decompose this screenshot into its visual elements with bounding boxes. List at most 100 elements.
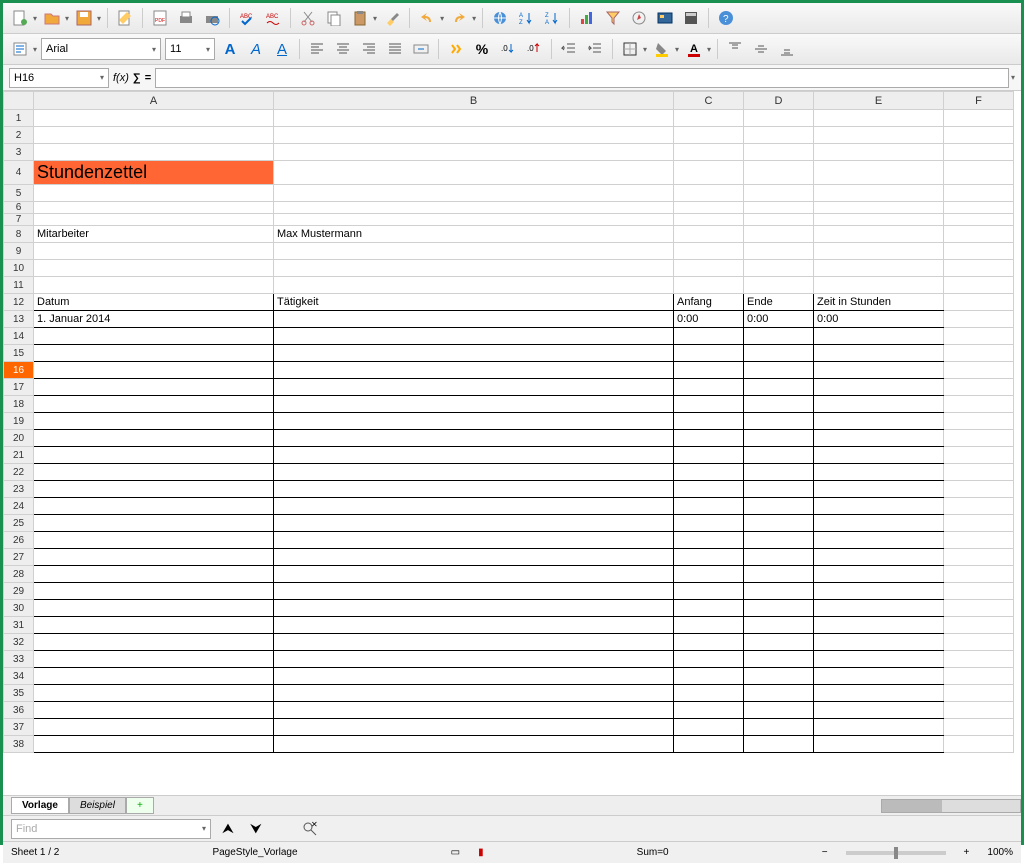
cell-F3[interactable] — [944, 144, 1014, 161]
row-header-31[interactable]: 31 — [4, 617, 34, 634]
open-icon[interactable] — [41, 7, 63, 29]
row-header-21[interactable]: 21 — [4, 447, 34, 464]
cell-D28[interactable] — [744, 566, 814, 583]
cell-B28[interactable] — [274, 566, 674, 583]
save-icon[interactable] — [73, 7, 95, 29]
cell-D10[interactable] — [744, 260, 814, 277]
percent-icon[interactable]: % — [471, 38, 493, 60]
cell-F22[interactable] — [944, 464, 1014, 481]
cell-C31[interactable] — [674, 617, 744, 634]
styles-icon[interactable] — [9, 38, 31, 60]
cell-A23[interactable] — [34, 481, 274, 498]
cell-D13[interactable]: 0:00 — [744, 311, 814, 328]
cell-C20[interactable] — [674, 430, 744, 447]
redo-icon[interactable] — [448, 7, 470, 29]
cell-B31[interactable] — [274, 617, 674, 634]
cell-B20[interactable] — [274, 430, 674, 447]
cell-D16[interactable] — [744, 362, 814, 379]
cut-icon[interactable] — [297, 7, 319, 29]
row-header-10[interactable]: 10 — [4, 260, 34, 277]
row-header-4[interactable]: 4 — [4, 161, 34, 185]
cell-A11[interactable] — [34, 277, 274, 294]
cell-F28[interactable] — [944, 566, 1014, 583]
cell-E18[interactable] — [814, 396, 944, 413]
cell-F19[interactable] — [944, 413, 1014, 430]
cell-D4[interactable] — [744, 161, 814, 185]
row-header-8[interactable]: 8 — [4, 226, 34, 243]
cell-D29[interactable] — [744, 583, 814, 600]
cell-A20[interactable] — [34, 430, 274, 447]
cell-D27[interactable] — [744, 549, 814, 566]
align-center-icon[interactable] — [332, 38, 354, 60]
cell-B12[interactable]: Tätigkeit — [274, 294, 674, 311]
cell-D30[interactable] — [744, 600, 814, 617]
cell-E33[interactable] — [814, 651, 944, 668]
cell-A18[interactable] — [34, 396, 274, 413]
cell-F36[interactable] — [944, 702, 1014, 719]
hyperlink-icon[interactable] — [489, 7, 511, 29]
cell-C23[interactable] — [674, 481, 744, 498]
cell-B3[interactable] — [274, 144, 674, 161]
cell-E1[interactable] — [814, 110, 944, 127]
cell-E14[interactable] — [814, 328, 944, 345]
cell-B8[interactable]: Max Mustermann — [274, 226, 674, 243]
cell-E11[interactable] — [814, 277, 944, 294]
cell-D6[interactable] — [744, 202, 814, 214]
cell-F11[interactable] — [944, 277, 1014, 294]
cell-A34[interactable] — [34, 668, 274, 685]
cell-B15[interactable] — [274, 345, 674, 362]
cell-D23[interactable] — [744, 481, 814, 498]
cell-E27[interactable] — [814, 549, 944, 566]
cell-C34[interactable] — [674, 668, 744, 685]
row-header-33[interactable]: 33 — [4, 651, 34, 668]
cell-B22[interactable] — [274, 464, 674, 481]
cell-B27[interactable] — [274, 549, 674, 566]
row-header-27[interactable]: 27 — [4, 549, 34, 566]
cell-E26[interactable] — [814, 532, 944, 549]
cell-F31[interactable] — [944, 617, 1014, 634]
tab-add[interactable]: + — [126, 797, 154, 814]
autospell-icon[interactable]: ABC — [262, 7, 284, 29]
cell-A5[interactable] — [34, 185, 274, 202]
new-doc-icon[interactable] — [9, 7, 31, 29]
italic-icon[interactable]: A — [245, 38, 267, 60]
cell-B17[interactable] — [274, 379, 674, 396]
cell-A22[interactable] — [34, 464, 274, 481]
cell-C10[interactable] — [674, 260, 744, 277]
copy-icon[interactable] — [323, 7, 345, 29]
cell-B23[interactable] — [274, 481, 674, 498]
cell-B32[interactable] — [274, 634, 674, 651]
row-header-30[interactable]: 30 — [4, 600, 34, 617]
font-select[interactable]: Arial▾ — [41, 38, 161, 60]
cell-E24[interactable] — [814, 498, 944, 515]
cell-C19[interactable] — [674, 413, 744, 430]
cell-F32[interactable] — [944, 634, 1014, 651]
paintbrush-icon[interactable] — [381, 7, 403, 29]
cell-D36[interactable] — [744, 702, 814, 719]
cell-D5[interactable] — [744, 185, 814, 202]
selection-mode-icon[interactable]: ▮ — [478, 847, 484, 858]
cell-F24[interactable] — [944, 498, 1014, 515]
cell-A31[interactable] — [34, 617, 274, 634]
row-header-29[interactable]: 29 — [4, 583, 34, 600]
cell-A7[interactable] — [34, 214, 274, 226]
cell-E36[interactable] — [814, 702, 944, 719]
cell-B38[interactable] — [274, 736, 674, 753]
merge-cells-icon[interactable] — [410, 38, 432, 60]
print-preview-icon[interactable] — [201, 7, 223, 29]
pdf-icon[interactable]: PDF — [149, 7, 171, 29]
cell-D17[interactable] — [744, 379, 814, 396]
align-justify-icon[interactable] — [384, 38, 406, 60]
fx-icon[interactable]: f(x) — [113, 72, 129, 84]
spellcheck-icon[interactable]: ABC — [236, 7, 258, 29]
cell-D32[interactable] — [744, 634, 814, 651]
cell-F4[interactable] — [944, 161, 1014, 185]
cell-A12[interactable]: Datum — [34, 294, 274, 311]
sort-asc-icon[interactable]: AZ — [515, 7, 537, 29]
borders-icon[interactable] — [619, 38, 641, 60]
currency-icon[interactable] — [445, 38, 467, 60]
cell-B29[interactable] — [274, 583, 674, 600]
cell-C17[interactable] — [674, 379, 744, 396]
row-header-23[interactable]: 23 — [4, 481, 34, 498]
cell-E17[interactable] — [814, 379, 944, 396]
